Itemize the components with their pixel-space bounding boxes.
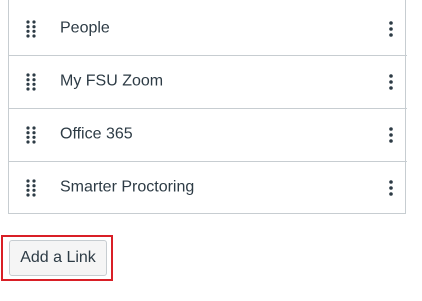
nav-item-people[interactable]: People	[9, 3, 407, 56]
nav-item-label: People	[60, 19, 110, 37]
kebab-menu-icon[interactable]	[387, 179, 395, 197]
drag-handle-icon[interactable]	[25, 20, 37, 38]
drag-handle-icon[interactable]	[25, 179, 37, 197]
kebab-menu-icon[interactable]	[387, 73, 395, 91]
navigation-settings-page: People My FSU Zoom Office 365 Smarter Pr…	[0, 0, 422, 301]
add-link-button[interactable]: Add a Link	[9, 240, 107, 276]
nav-item-label: My FSU Zoom	[60, 72, 164, 90]
nav-item-smarter-proctoring[interactable]: Smarter Proctoring	[9, 162, 407, 214]
nav-item-label: Office 365	[60, 125, 133, 143]
nav-item-label: Smarter Proctoring	[60, 178, 195, 196]
nav-item-my-fsu-zoom[interactable]: My FSU Zoom	[9, 56, 407, 109]
kebab-menu-icon[interactable]	[387, 20, 395, 38]
kebab-menu-icon[interactable]	[387, 126, 395, 144]
drag-handle-icon[interactable]	[25, 73, 37, 91]
course-navigation-list: People My FSU Zoom Office 365 Smarter Pr…	[8, 0, 407, 214]
nav-item-office-365[interactable]: Office 365	[9, 109, 407, 162]
drag-handle-icon[interactable]	[25, 126, 37, 144]
